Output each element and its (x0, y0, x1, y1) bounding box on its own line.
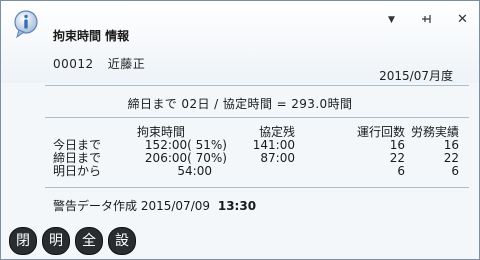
warning-date: 2015/07/09 (140, 199, 211, 213)
pin-icon[interactable] (421, 13, 433, 29)
cell-trips: 6 (397, 164, 405, 178)
cell-hours: 54:00 (177, 164, 212, 178)
info-icon (14, 10, 38, 39)
hours-table: 拘束時間 協定残 運行回数 労務実績 今日まで 152:00( 51%) 141… (53, 126, 463, 178)
warning-label: 警告データ作成 (53, 199, 138, 213)
cell-trips: 22 (389, 151, 405, 165)
divider-top (45, 85, 469, 86)
table-row: 明日から 54:00 6 6 (53, 165, 463, 178)
employee-id: 00012 (53, 57, 94, 71)
row-label: 明日から (53, 164, 102, 178)
divider-middle (45, 117, 469, 118)
settings-button[interactable]: 設 (108, 227, 136, 255)
cell-work: 6 (451, 164, 459, 178)
info-window: 拘束時間 情報 ▼ ✕ 00012 近藤正 2015/07月度 締日まで 02日 … (0, 0, 480, 260)
detail-button[interactable]: 明 (42, 227, 70, 255)
period-label: 2015/07月度 (379, 69, 453, 83)
all-button[interactable]: 全 (75, 227, 103, 255)
menu-dropdown-icon[interactable]: ▼ (388, 13, 395, 27)
summary-line: 締日まで 02日 / 協定時間 = 293.0時間 (127, 97, 353, 111)
warning-line: 警告データ作成 2015/07/09 13:30 (53, 197, 256, 214)
close-button[interactable]: 閉 (9, 227, 37, 255)
cell-remaining: 87:00 (260, 151, 295, 165)
close-icon[interactable]: ✕ (457, 13, 468, 27)
divider-bottom (45, 187, 469, 188)
warning-time: 13:30 (217, 199, 257, 213)
employee-info: 00012 近藤正 (53, 55, 145, 72)
window-title: 拘束時間 情報 (53, 29, 130, 43)
employee-name: 近藤正 (107, 57, 146, 71)
